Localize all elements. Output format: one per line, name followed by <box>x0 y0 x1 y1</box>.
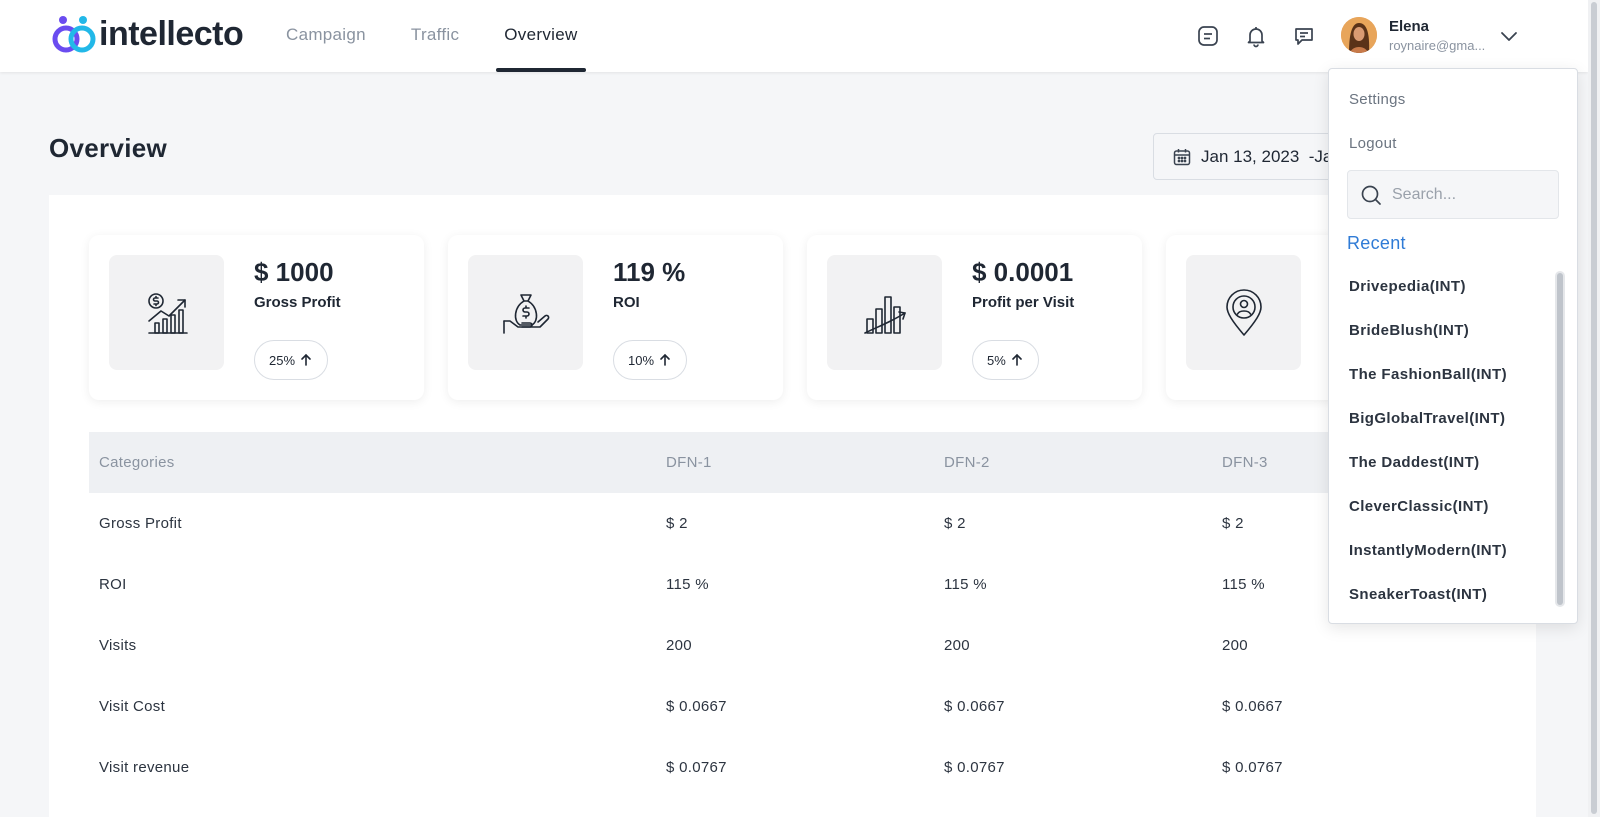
table-cell: $ 0.0667 <box>1222 698 1283 715</box>
kpi-label: Gross Profit <box>254 294 341 311</box>
table-cell: ROI <box>99 576 127 593</box>
calendar-icon <box>1173 148 1191 165</box>
table-header-dfn-1[interactable]: DFN-1 <box>666 454 944 471</box>
recent-item[interactable]: Drivepedia(INT) <box>1349 278 1466 295</box>
recent-item[interactable]: The Daddest(INT) <box>1349 454 1480 471</box>
recent-item[interactable]: InstantlyModern(INT) <box>1349 542 1507 559</box>
card-icon-box <box>1186 255 1301 370</box>
user-photo-icon <box>1341 17 1377 53</box>
card-icon-box <box>109 255 224 370</box>
kpi-label: ROI <box>613 294 640 311</box>
table-row: Visit revenue $ 0.0767 $ 0.0767 $ 0.0767 <box>89 737 1538 798</box>
kpi-change-text: 10% <box>628 352 655 368</box>
chat-icon[interactable] <box>1292 24 1316 48</box>
menu-item-logout[interactable]: Logout <box>1349 135 1397 152</box>
card-icon-box <box>468 255 583 370</box>
date-range-text: Jan 13, 2023 -Ja <box>1201 146 1333 166</box>
main-nav: Campaign Traffic Overview <box>286 0 623 72</box>
search-input[interactable] <box>1392 185 1542 204</box>
kpi-card-gross-profit: $ 1000 Gross Profit 25% <box>89 235 424 400</box>
table-cell: 115 % <box>944 576 987 593</box>
bar-chart-trend-icon <box>863 295 906 334</box>
money-bag-hand-icon <box>502 293 549 334</box>
user-avatar[interactable] <box>1341 17 1377 53</box>
table-header-categories[interactable]: Categories <box>89 454 666 471</box>
page-title: Overview <box>49 133 168 163</box>
notes-icon[interactable] <box>1196 24 1220 48</box>
logo-mark-icon <box>52 16 96 53</box>
nav-tab-campaign[interactable]: Campaign <box>286 0 366 72</box>
card-icon-box <box>827 255 942 370</box>
table-cell: Gross Profit <box>99 515 182 532</box>
table-row: Visits 200 200 200 <box>89 615 1538 676</box>
user-dropdown-menu: Settings Logout Recent Drivepedia(INT) B… <box>1328 68 1578 624</box>
bell-icon[interactable] <box>1244 24 1268 48</box>
money-growth-chart-icon <box>147 292 188 334</box>
kpi-change-text: 5% <box>987 352 1006 368</box>
arrow-up-icon <box>660 353 670 366</box>
scrollbar-thumb[interactable] <box>1557 273 1563 605</box>
kpi-card-profit-per-visit: $ 0.0001 Profit per Visit 5% <box>807 235 1142 400</box>
recent-item[interactable]: BigGlobalTravel(INT) <box>1349 410 1505 427</box>
table-cell: Visits <box>99 637 137 654</box>
page-scrollbar[interactable] <box>1588 0 1600 817</box>
kpi-value: 119 % <box>613 257 686 287</box>
recent-item[interactable]: CleverClassic(INT) <box>1349 498 1489 515</box>
table-cell: 200 <box>1222 637 1248 654</box>
kpi-change-text: 25% <box>269 352 296 368</box>
recent-list-scrollbar[interactable] <box>1555 271 1565 607</box>
menu-item-settings[interactable]: Settings <box>1349 91 1406 108</box>
recent-item[interactable]: The FashionBall(INT) <box>1349 366 1507 383</box>
chevron-down-icon[interactable] <box>1499 26 1519 46</box>
recent-item[interactable]: SneakerToast(INT) <box>1349 586 1487 603</box>
table-header-dfn-2[interactable]: DFN-2 <box>944 454 1222 471</box>
scrollbar-thumb[interactable] <box>1591 2 1597 814</box>
kpi-change-badge: 25% <box>254 340 329 380</box>
table-cell: 115 % <box>666 576 709 593</box>
recent-heading: Recent <box>1347 233 1406 253</box>
search-icon <box>1361 185 1381 205</box>
arrow-up-icon <box>301 353 311 366</box>
kpi-label: Profit per Visit <box>972 294 1075 311</box>
kpi-card-roi: 119 % ROI 10% <box>448 235 783 400</box>
table-row: Gross Profit $ 2 $ 2 $ 2 <box>89 493 1538 554</box>
kpi-change-badge: 10% <box>613 340 688 380</box>
kpi-value: $ 1000 <box>254 257 334 287</box>
user-name: Elena <box>1389 18 1430 35</box>
table-cell: Visit revenue <box>99 759 190 776</box>
logo-text: intellecto <box>99 14 244 53</box>
intellecto-logo[interactable]: intellecto <box>52 14 244 54</box>
categories-table: Categories DFN-1 DFN-2 DFN-3 Gross Profi… <box>89 432 1538 798</box>
arrow-up-icon <box>1011 353 1022 366</box>
table-cell: $ 0.0667 <box>666 698 727 715</box>
nav-tab-traffic[interactable]: Traffic <box>411 0 459 72</box>
nav-tab-overview[interactable]: Overview <box>496 0 586 72</box>
search-field[interactable] <box>1347 170 1559 219</box>
table-row: Visit Cost $ 0.0667 $ 0.0667 $ 0.0667 <box>89 676 1538 737</box>
date-range-picker[interactable]: Jan 13, 2023 -Ja <box>1153 133 1353 180</box>
location-user-pin-icon <box>1225 288 1262 336</box>
kpi-change-badge: 5% <box>972 340 1039 380</box>
table-cell: 200 <box>944 637 970 654</box>
table-cell: $ 0.0767 <box>944 759 1005 776</box>
user-email: roynaire@gma... <box>1389 38 1486 53</box>
table-header-row: Categories DFN-1 DFN-2 DFN-3 <box>89 432 1538 493</box>
table-cell: 200 <box>666 637 692 654</box>
top-navigation-bar: intellecto Campaign Traffic Overview Ele… <box>0 0 1588 72</box>
table-cell: $ 0.0667 <box>944 698 1005 715</box>
table-cell: $ 0.0767 <box>666 759 727 776</box>
table-cell: $ 0.0767 <box>1222 759 1283 776</box>
table-cell: $ 2 <box>666 515 688 532</box>
table-row: ROI 115 % 115 % 115 % <box>89 554 1538 615</box>
recent-item[interactable]: BrideBlush(INT) <box>1349 322 1469 339</box>
kpi-value: $ 0.0001 <box>972 257 1074 287</box>
table-cell: $ 2 <box>944 515 966 532</box>
table-cell: Visit Cost <box>99 698 166 715</box>
